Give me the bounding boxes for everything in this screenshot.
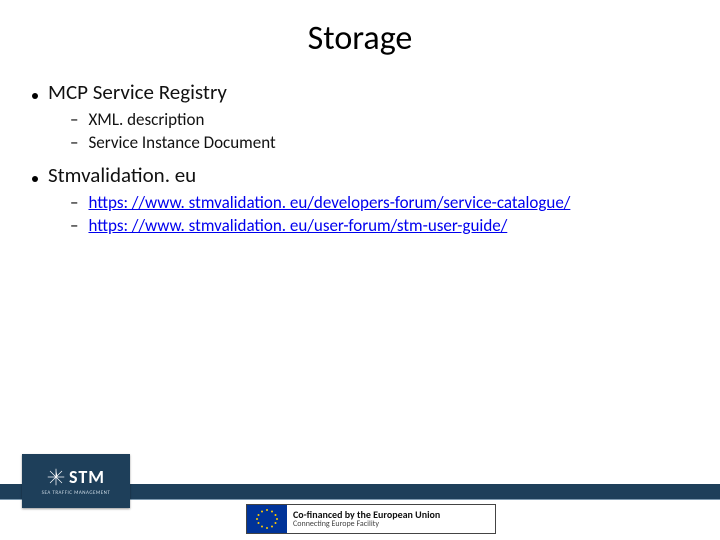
stm-logo-text: STM [69, 466, 105, 488]
link[interactable]: https: //www. stmvalidation. eu/develope… [88, 192, 570, 215]
dash-icon: – [70, 132, 78, 155]
eu-cofinance-block: Co-financed by the European Union Connec… [246, 504, 496, 534]
bullet-label: Stmvalidation. eu [48, 163, 196, 188]
slide-content: MCP Service Registry–XML. description–Se… [26, 80, 694, 246]
bullet-item: Stmvalidation. eu –https: //www. stmvalid… [26, 163, 694, 238]
sub-bullet-list: –XML. description–Service Instance Docum… [26, 109, 694, 155]
sub-bullet-item: –https: //www. stmvalidation. eu/develop… [70, 192, 694, 215]
slide: Storage MCP Service Registry–XML. descri… [0, 0, 720, 540]
slide-title: Storage [0, 18, 720, 59]
bullet-row: Stmvalidation. eu [26, 163, 694, 188]
stm-logo-subtext: SEA TRAFFIC MANAGEMENT [42, 490, 111, 496]
sub-bullet-text: Service Instance Document [88, 132, 275, 155]
stm-logo: STM SEA TRAFFIC MANAGEMENT [22, 454, 130, 508]
sub-bullet-item: –https: //www. stmvalidation. eu/user-fo… [70, 215, 694, 238]
compass-icon [47, 468, 65, 486]
link[interactable]: https: //www. stmvalidation. eu/user-for… [88, 215, 507, 238]
bullet-disc-icon [32, 93, 38, 99]
dash-icon: – [70, 192, 78, 215]
eu-flag-icon [247, 505, 287, 533]
dash-icon: – [70, 215, 78, 238]
eu-line2: Connecting Europe Facility [293, 520, 440, 528]
sub-bullet-item: –XML. description [70, 109, 694, 132]
sub-bullet-item: –Service Instance Document [70, 132, 694, 155]
sub-bullet-text: XML. description [88, 109, 204, 132]
bullet-disc-icon [32, 176, 38, 182]
bullet-list: MCP Service Registry–XML. description–Se… [26, 80, 694, 238]
sub-bullet-list: –https: //www. stmvalidation. eu/develop… [26, 192, 694, 238]
dash-icon: – [70, 109, 78, 132]
bullet-item: MCP Service Registry –XML. description–Se… [26, 80, 694, 155]
bullet-label: MCP Service Registry [48, 80, 227, 105]
bullet-row: MCP Service Registry [26, 80, 694, 105]
